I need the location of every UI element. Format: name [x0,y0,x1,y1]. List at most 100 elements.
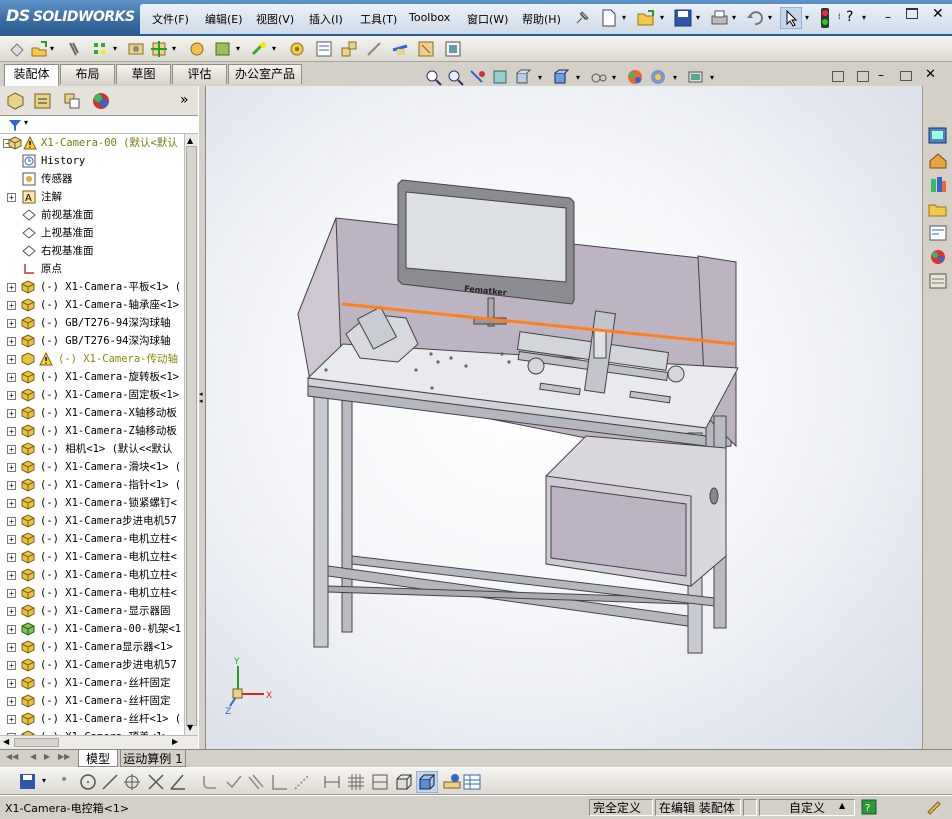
configurationmanager-icon[interactable] [61,91,83,111]
new-document-icon[interactable] [600,8,618,28]
first-tab-icon[interactable]: ◀◀ [6,752,18,761]
view-settings-icon[interactable] [686,68,706,88]
bill-of-materials-icon[interactable] [315,40,333,58]
maximize-icon[interactable] [906,8,918,19]
expand-icon[interactable]: + [7,463,16,472]
smart-fasteners-icon[interactable] [127,40,145,58]
expand-icon[interactable]: + [7,373,16,382]
menu-view[interactable]: 视图(V) [256,11,294,27]
undo-icon[interactable] [745,8,765,28]
tree-item[interactable]: + (-) X1-Camera-电机立柱< [0,548,184,566]
expand-icon[interactable]: + [7,499,16,508]
pattern-dropdown-icon[interactable]: ▾ [113,44,117,53]
tree-item[interactable]: + (-) X1-Camera-Z轴移动板 [0,422,184,440]
previous-view-icon[interactable] [468,68,488,88]
filter-dropdown-icon[interactable]: ▾ [24,118,28,127]
hide-show-items-icon[interactable] [589,68,609,88]
tree-item[interactable]: + (-) X1-Camera-丝杆固定 [0,674,184,692]
tree-item[interactable]: + (-) X1-Camera-丝杆<1> ( [0,710,184,728]
view-settings-dropdown-icon[interactable]: ▾ [710,73,714,82]
tree-item[interactable]: 右视基准面 [0,242,184,260]
sketch-fillet-icon[interactable] [200,772,220,792]
appearances-icon[interactable] [927,247,949,267]
solidworks-logo[interactable]: DS SOLIDWORKS [6,6,135,25]
rapid-sketch-icon[interactable] [370,772,390,792]
expand-icon[interactable]: + [7,571,16,580]
units-dropdown-icon[interactable]: ▲ [839,801,845,810]
tab-office-products[interactable]: 办公室产品 [228,64,302,84]
expand-icon[interactable]: + [7,355,16,364]
featuremanager-tree-icon[interactable] [5,91,27,111]
expand-icon[interactable]: + [7,481,16,490]
expand-icon[interactable]: + [7,643,16,652]
pane-splitter[interactable]: ◂ ◂ [198,86,206,749]
filter-icon[interactable] [8,118,22,132]
tab-motion-study[interactable]: 运动算例 1 [120,750,186,767]
tree-item[interactable]: + (-) X1-Camera-指针<1> ( [0,476,184,494]
apply-scene-dropdown-icon[interactable]: ▾ [673,73,677,82]
menu-file[interactable]: 文件(F) [152,11,189,27]
tree-item[interactable]: 传感器 [0,170,184,188]
save-icon[interactable] [673,8,693,28]
expand-icon[interactable]: + [7,535,16,544]
edit-appearance-icon[interactable] [626,68,646,88]
move-dropdown-icon[interactable]: ▾ [172,44,176,53]
tree-item[interactable]: +(-) X1-Camera-顶盖<1> [0,728,184,735]
trim-icon[interactable] [146,772,166,792]
expand-icon[interactable]: + [7,589,16,598]
help-dropdown-icon[interactable]: ▾ [862,13,866,22]
smart-dimension-icon[interactable] [322,772,342,792]
expand-icon[interactable]: + [7,427,16,436]
view-palette-icon[interactable] [927,223,949,243]
zoom-to-fit-icon[interactable] [424,68,444,88]
open-folder-icon[interactable] [636,8,656,28]
doc-minimize-icon[interactable]: – [878,68,884,82]
tree-item[interactable]: + (-) X1-Camera-平板<1> ( [0,278,184,296]
reference-dropdown-icon[interactable]: ▾ [272,44,276,53]
expand-icon[interactable]: + [7,679,16,688]
tree-item[interactable]: + (-) X1-Camera-电机立柱< [0,584,184,602]
view-orientation-icon[interactable] [514,68,534,88]
instant3d-icon[interactable] [444,40,462,58]
new-part-icon[interactable] [30,40,48,58]
print-dropdown-icon[interactable]: ▾ [732,13,736,22]
tree-item[interactable]: + (-) X1-Camera步进电机57 [0,656,184,674]
tab-layout[interactable]: 布局 [60,64,115,84]
construction-geometry-icon[interactable] [292,772,312,792]
next-tab-icon[interactable]: ▶ [44,752,50,761]
tree-item[interactable]: + (-) X1-Camera-轴承座<1> [0,296,184,314]
open-dropdown-icon[interactable]: ▾ [660,13,664,22]
clearance-verification-icon[interactable] [417,40,435,58]
expand-icon[interactable]: + [7,715,16,724]
new-part-dropdown-icon[interactable]: ▾ [50,44,54,53]
doc-restore-icon[interactable] [900,71,912,81]
section-view-icon[interactable] [491,68,511,88]
tree-item[interactable]: + (-) X1-Camera-00-机架<1 [0,620,184,638]
resize-grip-icon[interactable] [924,798,942,816]
tab-model[interactable]: 模型 [78,750,118,767]
file-explorer-icon[interactable] [927,199,949,219]
tree-item[interactable]: + (-) X1-Camera-旋转板<1> [0,368,184,386]
save-sketch-icon[interactable] [18,772,38,792]
expand-panel-icon[interactable]: » [180,92,189,108]
select-dropdown-icon[interactable]: ▾ [805,13,809,22]
expand-icon[interactable]: + [7,319,16,328]
tree-item[interactable]: + (-) X1-Camera-电机立柱< [0,566,184,584]
tab-sketch[interactable]: 草图 [116,64,171,84]
print-icon[interactable] [709,8,729,28]
expand-icon[interactable]: + [7,553,16,562]
collapse-pane-icon[interactable]: ◂ ◂ [199,391,203,405]
tree-item[interactable]: + (-) GB/T276-94深沟球轴 [0,314,184,332]
tree-vertical-scrollbar[interactable]: ▲ ▼ [184,134,198,735]
tree-item[interactable]: + A 注解 [0,188,184,206]
displaymanager-icon[interactable] [90,90,112,112]
tree-item[interactable]: + (-) X1-Camera步进电机57 [0,512,184,530]
solidworks-resources-icon[interactable] [927,126,949,146]
explode-line-sketch-icon[interactable] [365,40,383,58]
new-dropdown-icon[interactable]: ▾ [622,13,626,22]
centerpoint-circle-icon[interactable] [122,772,142,792]
exploded-view-icon[interactable] [340,40,358,58]
expand-icon[interactable]: + [7,193,16,202]
tree-item[interactable]: + (-) X1-Camera-X轴移动板 [0,404,184,422]
perpendicular-icon[interactable] [270,772,290,792]
